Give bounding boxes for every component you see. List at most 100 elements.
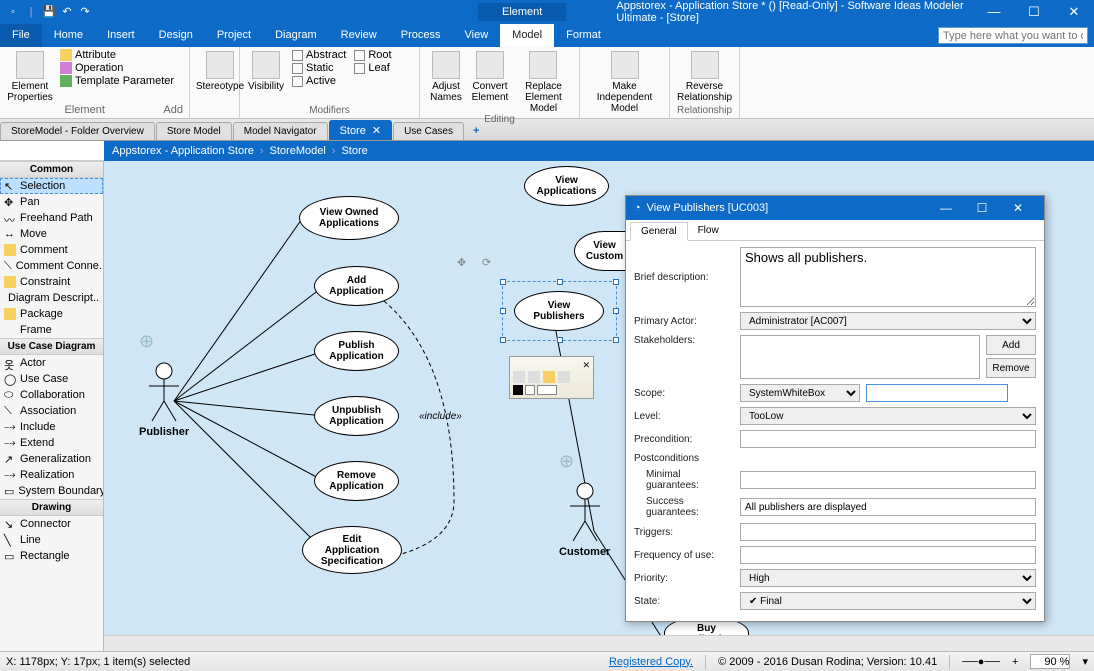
minimize-button[interactable]: —: [974, 0, 1014, 24]
visibility-button[interactable]: Visibility: [246, 49, 286, 92]
dialog-close-button[interactable]: ✕: [1000, 201, 1036, 215]
static-checkbox[interactable]: Static: [290, 62, 348, 74]
level-select[interactable]: TooLow: [740, 407, 1036, 425]
doctab-use-cases[interactable]: Use Cases: [393, 122, 464, 140]
actor-publisher[interactable]: Publisher: [139, 361, 189, 438]
doctab-model-navigator[interactable]: Model Navigator: [233, 122, 328, 140]
make-independent-model-button[interactable]: Make Independent Model: [586, 49, 663, 114]
usecase-remove[interactable]: Remove Application: [314, 461, 399, 501]
add-button[interactable]: Add: [986, 335, 1036, 355]
registered-link[interactable]: Registered Copy.: [609, 656, 693, 668]
tool-association[interactable]: ⟍Association: [0, 403, 103, 419]
tool-package[interactable]: Package: [0, 306, 103, 322]
tool-usecase[interactable]: ◯Use Case: [0, 371, 103, 387]
dialog-minimize-button[interactable]: —: [928, 201, 964, 215]
tool-include[interactable]: ⤍Include: [0, 419, 103, 435]
menu-project[interactable]: Project: [205, 24, 263, 47]
tab-general[interactable]: General: [630, 222, 688, 241]
tool-move[interactable]: ↔Move: [0, 226, 103, 242]
active-checkbox[interactable]: Active: [290, 75, 348, 87]
triggers-field[interactable]: [740, 523, 1036, 541]
tool-extend[interactable]: ⤍Extend: [0, 435, 103, 451]
menu-file[interactable]: File: [0, 24, 42, 47]
usecase-edit-spec[interactable]: Edit Application Specification: [302, 526, 402, 574]
redo-icon[interactable]: ↷: [78, 5, 92, 19]
scope-select[interactable]: SystemWhiteBox: [740, 384, 860, 402]
usecase-view-publishers[interactable]: View Publishers: [514, 291, 604, 331]
undo-icon[interactable]: ↶: [60, 5, 74, 19]
dialog-maximize-button[interactable]: ☐: [964, 201, 1000, 215]
abstract-checkbox[interactable]: Abstract: [290, 49, 348, 61]
search-input[interactable]: [938, 27, 1088, 44]
attribute-button[interactable]: Attribute: [58, 49, 176, 61]
tool-comment-connector[interactable]: ⟍Comment Conne..: [0, 258, 103, 274]
zoom-dropdown-icon[interactable]: ▾: [1082, 655, 1088, 668]
zoom-plus-icon[interactable]: +: [1012, 656, 1018, 668]
menu-model[interactable]: Model: [500, 24, 554, 47]
tool-freehand[interactable]: 〰Freehand Path: [0, 210, 103, 226]
tool-selection[interactable]: ↖Selection: [0, 178, 103, 194]
context-tab-element[interactable]: Element: [478, 3, 566, 21]
tool-system-boundary[interactable]: ▭System Boundary: [0, 483, 103, 499]
menu-diagram[interactable]: Diagram: [263, 24, 329, 47]
stereotype-button[interactable]: Stereotype: [196, 49, 244, 92]
tool-generalization[interactable]: ↗Generalization: [0, 451, 103, 467]
usecase-add-app[interactable]: Add Application: [314, 266, 399, 306]
palette-header-ucd[interactable]: Use Case Diagram: [0, 338, 103, 355]
close-tab-icon[interactable]: ✕: [372, 125, 381, 137]
menu-review[interactable]: Review: [329, 24, 389, 47]
add-hint-icon[interactable]: ⊕: [559, 451, 574, 472]
state-select[interactable]: ✔ Final: [740, 592, 1036, 610]
breadcrumb-item[interactable]: StoreModel: [270, 145, 326, 157]
reverse-relationship-button[interactable]: Reverse Relationship: [676, 49, 733, 103]
doctab-store-model[interactable]: Store Model: [156, 122, 232, 140]
add-hint-icon[interactable]: ⊕: [139, 331, 154, 352]
success-guarantees-field[interactable]: [740, 498, 1036, 516]
leaf-checkbox[interactable]: Leaf: [352, 62, 393, 74]
template-parameter-button[interactable]: Template Parameter: [58, 75, 176, 87]
tool-diagram-description[interactable]: Diagram Descript..: [0, 290, 103, 306]
menu-view[interactable]: View: [453, 24, 501, 47]
usecase-view-apps[interactable]: View Applications: [524, 166, 609, 206]
tool-rectangle[interactable]: ▭Rectangle: [0, 548, 103, 564]
save-icon[interactable]: 💾: [42, 5, 56, 19]
add-tab-button[interactable]: +: [465, 122, 487, 140]
palette-header-common[interactable]: Common: [0, 161, 103, 178]
tool-actor[interactable]: 옷Actor: [0, 355, 103, 371]
tab-flow[interactable]: Flow: [688, 222, 729, 240]
palette-header-drawing[interactable]: Drawing: [0, 499, 103, 516]
tool-realization[interactable]: ⤍Realization: [0, 467, 103, 483]
primary-actor-select[interactable]: Administrator [AC007]: [740, 312, 1036, 330]
tool-frame[interactable]: Frame: [0, 322, 103, 338]
adjust-names-button[interactable]: Adjust Names: [426, 49, 466, 103]
tool-connector[interactable]: ↘Connector: [0, 516, 103, 532]
remove-button[interactable]: Remove: [986, 358, 1036, 378]
usecase-unpublish[interactable]: Unpublish Application: [314, 396, 399, 436]
breadcrumb-item[interactable]: Store: [341, 145, 367, 157]
doctab-folder-overview[interactable]: StoreModel - Folder Overview: [0, 122, 155, 140]
actor-customer[interactable]: Customer: [559, 481, 610, 558]
menu-design[interactable]: Design: [147, 24, 205, 47]
properties-dialog[interactable]: ◔ View Publishers [UC003] — ☐ ✕ General …: [625, 195, 1045, 622]
stakeholders-list[interactable]: [740, 335, 980, 379]
brief-description-field[interactable]: Shows all publishers.: [740, 247, 1036, 307]
doctab-store[interactable]: Store✕: [329, 120, 393, 140]
close-button[interactable]: ✕: [1054, 0, 1094, 24]
priority-select[interactable]: High: [740, 569, 1036, 587]
menu-process[interactable]: Process: [389, 24, 453, 47]
zoom-slider[interactable]: ──●──: [962, 656, 1000, 668]
zoom-field[interactable]: [1030, 654, 1070, 669]
element-properties-button[interactable]: Element Properties: [6, 49, 54, 103]
replace-element-model-button[interactable]: Replace Element Model: [514, 49, 573, 114]
quick-toolbar[interactable]: ✕: [509, 356, 594, 399]
usecase-publish[interactable]: Publish Application: [314, 331, 399, 371]
frequency-field[interactable]: [740, 546, 1036, 564]
tool-constraint[interactable]: Constraint: [0, 274, 103, 290]
tool-comment[interactable]: Comment: [0, 242, 103, 258]
convert-element-button[interactable]: Convert Element: [470, 49, 510, 103]
root-checkbox[interactable]: Root: [352, 49, 393, 61]
tool-collaboration[interactable]: ⬭Collaboration: [0, 387, 103, 403]
menu-home[interactable]: Home: [42, 24, 95, 47]
app-icon[interactable]: ◦: [6, 5, 20, 19]
minimal-guarantees-field[interactable]: [740, 471, 1036, 489]
